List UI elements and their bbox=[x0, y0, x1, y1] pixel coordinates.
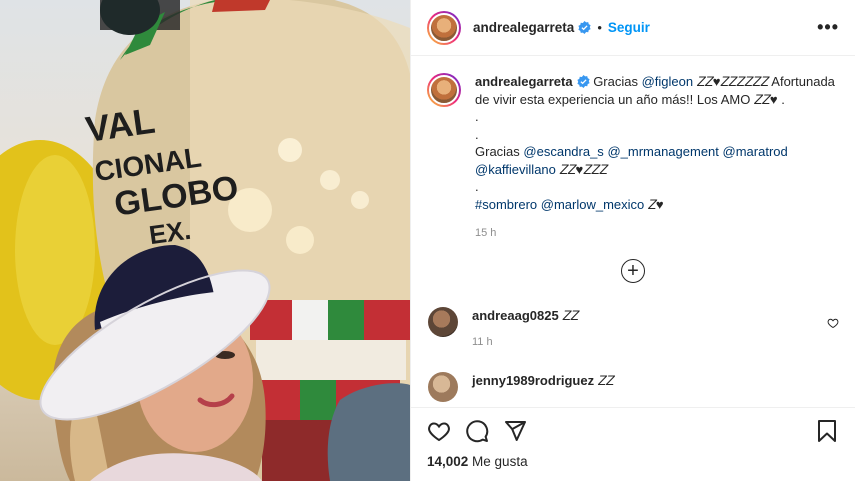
save-bookmark-icon[interactable] bbox=[815, 419, 839, 443]
commenter-avatar[interactable] bbox=[428, 372, 458, 402]
caption-username[interactable]: andrealegarreta bbox=[475, 74, 573, 89]
instagram-post: VAL CIONAL GLOBO EX. andrealegarreta • S… bbox=[0, 0, 855, 481]
caption-line1-prefix: Gracias bbox=[593, 74, 642, 89]
comments-list[interactable]: andrealegarreta Gracias @figleon 𝑍𝑍♥𝑍𝑍𝑍 𝑍… bbox=[411, 57, 855, 407]
caption-dot-3: . bbox=[475, 179, 479, 194]
comment-like-heart-icon[interactable] bbox=[827, 317, 839, 329]
caption-row: andrealegarreta Gracias @figleon 𝑍𝑍♥𝑍𝑍𝑍 𝑍… bbox=[427, 73, 839, 239]
caption-avatar[interactable] bbox=[427, 73, 461, 107]
mention-kaffievillano[interactable]: @kaffievillano bbox=[475, 162, 556, 177]
mention-escandra[interactable]: @escandra_s bbox=[523, 144, 603, 159]
caption-dot-2: . bbox=[475, 126, 479, 142]
comment-content: 𝑍𝑍 bbox=[597, 373, 614, 388]
mention-maratrod[interactable]: @maratrod bbox=[723, 144, 788, 159]
caption-thanks-line: Gracias @escandra_s @_mrmanagement @mara… bbox=[475, 143, 845, 178]
like-heart-icon[interactable] bbox=[427, 419, 451, 443]
caption-emojis-2: 𝑍𝑍♥𝑍𝑍𝑍 bbox=[559, 161, 608, 177]
mention-mrmanagement[interactable]: @_mrmanagement bbox=[607, 144, 718, 159]
likes-label: Me gusta bbox=[468, 454, 528, 469]
comment-text: jenny1989rodriguez 𝑍𝑍 bbox=[472, 372, 614, 389]
actions-section: 14,002 Me gusta bbox=[411, 407, 855, 481]
caption-text: andrealegarreta Gracias @figleon 𝑍𝑍♥𝑍𝑍𝑍 𝑍… bbox=[475, 73, 845, 213]
comment-item: jenny1989rodriguez 𝑍𝑍 bbox=[427, 372, 839, 402]
follow-button[interactable]: Seguir bbox=[608, 20, 650, 35]
post-side-panel: andrealegarreta • Seguir ••• andrealegar… bbox=[410, 0, 855, 481]
comment-bubble-icon[interactable] bbox=[465, 419, 489, 443]
caption-end-emojis: 𝑍♥ bbox=[644, 196, 664, 212]
comment-username[interactable]: andreaag0825 bbox=[472, 308, 559, 323]
comment-content: 𝑍𝑍 bbox=[562, 308, 579, 323]
post-photo[interactable]: VAL CIONAL GLOBO EX. bbox=[0, 0, 410, 481]
caption-gracias: Gracias bbox=[475, 144, 524, 159]
share-paper-plane-icon[interactable] bbox=[503, 419, 527, 443]
balloon-text-4: EX. bbox=[147, 215, 193, 251]
likes-number: 14,002 bbox=[427, 454, 469, 469]
caption-timestamp[interactable]: 15 h bbox=[475, 227, 845, 239]
comment-item: andreaag0825 𝑍𝑍 11 h bbox=[427, 307, 839, 348]
verified-badge-icon bbox=[578, 21, 591, 34]
author-avatar[interactable] bbox=[427, 10, 461, 45]
comment-username[interactable]: jenny1989rodriguez bbox=[472, 373, 594, 388]
mention-figleon[interactable]: @figleon bbox=[642, 74, 694, 89]
mention-marlow-mexico[interactable]: @marlow_mexico bbox=[541, 197, 645, 212]
post-header: andrealegarreta • Seguir ••• bbox=[411, 0, 855, 56]
caption-tags-line: #sombrero @marlow_mexico 𝑍♥ bbox=[475, 196, 845, 214]
hashtag-sombrero[interactable]: #sombrero bbox=[475, 197, 537, 212]
comment-text: andreaag0825 𝑍𝑍 bbox=[472, 307, 578, 324]
author-username[interactable]: andrealegarreta bbox=[473, 20, 574, 35]
action-bar bbox=[427, 408, 839, 454]
likes-count[interactable]: 14,002 Me gusta bbox=[427, 454, 839, 469]
verified-badge-icon bbox=[576, 75, 590, 88]
load-more-comments: + bbox=[427, 259, 839, 283]
separator-dot: • bbox=[597, 20, 602, 35]
load-more-plus-icon[interactable]: + bbox=[621, 259, 645, 283]
commenter-avatar[interactable] bbox=[428, 307, 458, 337]
caption-dot-1: . bbox=[475, 109, 479, 124]
balloon-selfie-image: VAL CIONAL GLOBO EX. bbox=[0, 0, 410, 481]
comment-timestamp[interactable]: 11 h bbox=[472, 336, 578, 348]
more-options-icon[interactable]: ••• bbox=[817, 17, 839, 38]
